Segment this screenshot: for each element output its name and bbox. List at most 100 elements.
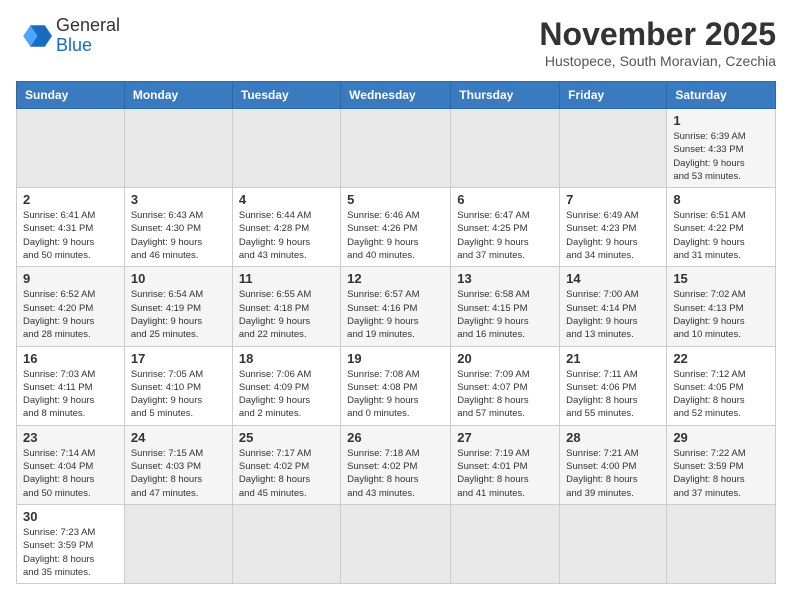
day-number: 5 bbox=[347, 192, 444, 207]
calendar-cell: 19 Sunrise: 7:08 AM Sunset: 4:08 PM Dayli… bbox=[341, 346, 451, 425]
calendar-cell: 24 Sunrise: 7:15 AM Sunset: 4:03 PM Dayli… bbox=[124, 425, 232, 504]
day-number: 4 bbox=[239, 192, 334, 207]
logo-icon bbox=[16, 18, 52, 54]
calendar-cell: 20Sunrise: 7:09 AM Sunset: 4:07 PM Dayli… bbox=[451, 346, 560, 425]
calendar: SundayMondayTuesdayWednesdayThursdayFrid… bbox=[16, 81, 776, 584]
calendar-cell bbox=[232, 109, 340, 188]
calendar-cell bbox=[124, 109, 232, 188]
day-info: Sunrise: 7:21 AM Sunset: 4:00 PM Dayligh… bbox=[566, 447, 660, 500]
day-number: 7 bbox=[566, 192, 660, 207]
day-info: Sunrise: 7:05 AM Sunset: 4:10 PM Dayligh… bbox=[131, 368, 226, 421]
day-number: 15 bbox=[673, 271, 769, 286]
calendar-cell: 11 Sunrise: 6:55 AM Sunset: 4:18 PM Dayli… bbox=[232, 267, 340, 346]
calendar-cell bbox=[451, 504, 560, 583]
logo-text: General Blue bbox=[56, 16, 120, 56]
calendar-cell: 9 Sunrise: 6:52 AM Sunset: 4:20 PM Daylig… bbox=[17, 267, 125, 346]
day-number: 23 bbox=[23, 430, 118, 445]
calendar-cell: 2Sunrise: 6:41 AM Sunset: 4:31 PM Daylig… bbox=[17, 188, 125, 267]
day-number: 9 bbox=[23, 271, 118, 286]
day-info: Sunrise: 7:22 AM Sunset: 3:59 PM Dayligh… bbox=[673, 447, 769, 500]
calendar-cell: 15 Sunrise: 7:02 AM Sunset: 4:13 PM Dayli… bbox=[667, 267, 776, 346]
day-number: 25 bbox=[239, 430, 334, 445]
calendar-cell: 18 Sunrise: 7:06 AM Sunset: 4:09 PM Dayli… bbox=[232, 346, 340, 425]
calendar-cell: 28 Sunrise: 7:21 AM Sunset: 4:00 PM Dayli… bbox=[560, 425, 667, 504]
calendar-cell bbox=[232, 504, 340, 583]
calendar-cell: 12 Sunrise: 6:57 AM Sunset: 4:16 PM Dayli… bbox=[341, 267, 451, 346]
day-number: 22 bbox=[673, 351, 769, 366]
calendar-cell: 16 Sunrise: 7:03 AM Sunset: 4:11 PM Dayli… bbox=[17, 346, 125, 425]
calendar-cell: 25 Sunrise: 7:17 AM Sunset: 4:02 PM Dayli… bbox=[232, 425, 340, 504]
day-info: Sunrise: 7:12 AM Sunset: 4:05 PM Dayligh… bbox=[673, 368, 769, 421]
day-info: Sunrise: 6:52 AM Sunset: 4:20 PM Dayligh… bbox=[23, 288, 118, 341]
day-number: 29 bbox=[673, 430, 769, 445]
day-number: 3 bbox=[131, 192, 226, 207]
day-info: Sunrise: 6:54 AM Sunset: 4:19 PM Dayligh… bbox=[131, 288, 226, 341]
day-number: 1 bbox=[673, 113, 769, 128]
day-number: 17 bbox=[131, 351, 226, 366]
day-info: Sunrise: 6:55 AM Sunset: 4:18 PM Dayligh… bbox=[239, 288, 334, 341]
month-title: November 2025 bbox=[539, 16, 776, 53]
day-info: Sunrise: 7:06 AM Sunset: 4:09 PM Dayligh… bbox=[239, 368, 334, 421]
calendar-cell: 14 Sunrise: 7:00 AM Sunset: 4:14 PM Dayli… bbox=[560, 267, 667, 346]
day-number: 10 bbox=[131, 271, 226, 286]
day-info: Sunrise: 6:49 AM Sunset: 4:23 PM Dayligh… bbox=[566, 209, 660, 262]
weekday-header-friday: Friday bbox=[560, 82, 667, 109]
day-info: Sunrise: 7:18 AM Sunset: 4:02 PM Dayligh… bbox=[347, 447, 444, 500]
day-number: 16 bbox=[23, 351, 118, 366]
day-number: 6 bbox=[457, 192, 553, 207]
day-info: Sunrise: 7:02 AM Sunset: 4:13 PM Dayligh… bbox=[673, 288, 769, 341]
day-info: Sunrise: 7:19 AM Sunset: 4:01 PM Dayligh… bbox=[457, 447, 553, 500]
day-number: 21 bbox=[566, 351, 660, 366]
weekday-header-tuesday: Tuesday bbox=[232, 82, 340, 109]
day-info: Sunrise: 6:43 AM Sunset: 4:30 PM Dayligh… bbox=[131, 209, 226, 262]
day-info: Sunrise: 7:00 AM Sunset: 4:14 PM Dayligh… bbox=[566, 288, 660, 341]
day-number: 18 bbox=[239, 351, 334, 366]
day-info: Sunrise: 6:51 AM Sunset: 4:22 PM Dayligh… bbox=[673, 209, 769, 262]
day-number: 14 bbox=[566, 271, 660, 286]
day-number: 8 bbox=[673, 192, 769, 207]
calendar-cell bbox=[451, 109, 560, 188]
day-number: 27 bbox=[457, 430, 553, 445]
calendar-cell: 27 Sunrise: 7:19 AM Sunset: 4:01 PM Dayli… bbox=[451, 425, 560, 504]
calendar-week-4: 16 Sunrise: 7:03 AM Sunset: 4:11 PM Dayli… bbox=[17, 346, 776, 425]
calendar-cell: 5Sunrise: 6:46 AM Sunset: 4:26 PM Daylig… bbox=[341, 188, 451, 267]
day-number: 12 bbox=[347, 271, 444, 286]
calendar-cell: 7 Sunrise: 6:49 AM Sunset: 4:23 PM Daylig… bbox=[560, 188, 667, 267]
logo-line2: Blue bbox=[56, 36, 120, 56]
calendar-cell bbox=[124, 504, 232, 583]
calendar-cell: 22 Sunrise: 7:12 AM Sunset: 4:05 PM Dayli… bbox=[667, 346, 776, 425]
day-number: 11 bbox=[239, 271, 334, 286]
calendar-cell bbox=[560, 504, 667, 583]
day-number: 26 bbox=[347, 430, 444, 445]
day-number: 30 bbox=[23, 509, 118, 524]
day-info: Sunrise: 6:39 AM Sunset: 4:33 PM Dayligh… bbox=[673, 130, 769, 183]
day-number: 24 bbox=[131, 430, 226, 445]
weekday-header-monday: Monday bbox=[124, 82, 232, 109]
calendar-cell: 6Sunrise: 6:47 AM Sunset: 4:25 PM Daylig… bbox=[451, 188, 560, 267]
calendar-cell: 4Sunrise: 6:44 AM Sunset: 4:28 PM Daylig… bbox=[232, 188, 340, 267]
logo-line1: General bbox=[56, 16, 120, 36]
calendar-cell: 17 Sunrise: 7:05 AM Sunset: 4:10 PM Dayli… bbox=[124, 346, 232, 425]
logo: General Blue bbox=[16, 16, 120, 56]
day-number: 19 bbox=[347, 351, 444, 366]
day-number: 28 bbox=[566, 430, 660, 445]
day-number: 20 bbox=[457, 351, 553, 366]
day-info: Sunrise: 7:17 AM Sunset: 4:02 PM Dayligh… bbox=[239, 447, 334, 500]
calendar-cell bbox=[667, 504, 776, 583]
calendar-cell: 30 Sunrise: 7:23 AM Sunset: 3:59 PM Dayli… bbox=[17, 504, 125, 583]
day-info: Sunrise: 7:14 AM Sunset: 4:04 PM Dayligh… bbox=[23, 447, 118, 500]
calendar-cell bbox=[560, 109, 667, 188]
day-info: Sunrise: 7:03 AM Sunset: 4:11 PM Dayligh… bbox=[23, 368, 118, 421]
calendar-cell: 23 Sunrise: 7:14 AM Sunset: 4:04 PM Dayli… bbox=[17, 425, 125, 504]
calendar-cell: 13Sunrise: 6:58 AM Sunset: 4:15 PM Dayli… bbox=[451, 267, 560, 346]
day-info: Sunrise: 6:57 AM Sunset: 4:16 PM Dayligh… bbox=[347, 288, 444, 341]
day-info: Sunrise: 7:15 AM Sunset: 4:03 PM Dayligh… bbox=[131, 447, 226, 500]
calendar-week-6: 30 Sunrise: 7:23 AM Sunset: 3:59 PM Dayli… bbox=[17, 504, 776, 583]
calendar-cell: 21Sunrise: 7:11 AM Sunset: 4:06 PM Dayli… bbox=[560, 346, 667, 425]
calendar-week-2: 2Sunrise: 6:41 AM Sunset: 4:31 PM Daylig… bbox=[17, 188, 776, 267]
day-info: Sunrise: 7:08 AM Sunset: 4:08 PM Dayligh… bbox=[347, 368, 444, 421]
weekday-header-wednesday: Wednesday bbox=[341, 82, 451, 109]
day-number: 13 bbox=[457, 271, 553, 286]
day-info: Sunrise: 7:23 AM Sunset: 3:59 PM Dayligh… bbox=[23, 526, 118, 579]
calendar-week-5: 23 Sunrise: 7:14 AM Sunset: 4:04 PM Dayli… bbox=[17, 425, 776, 504]
